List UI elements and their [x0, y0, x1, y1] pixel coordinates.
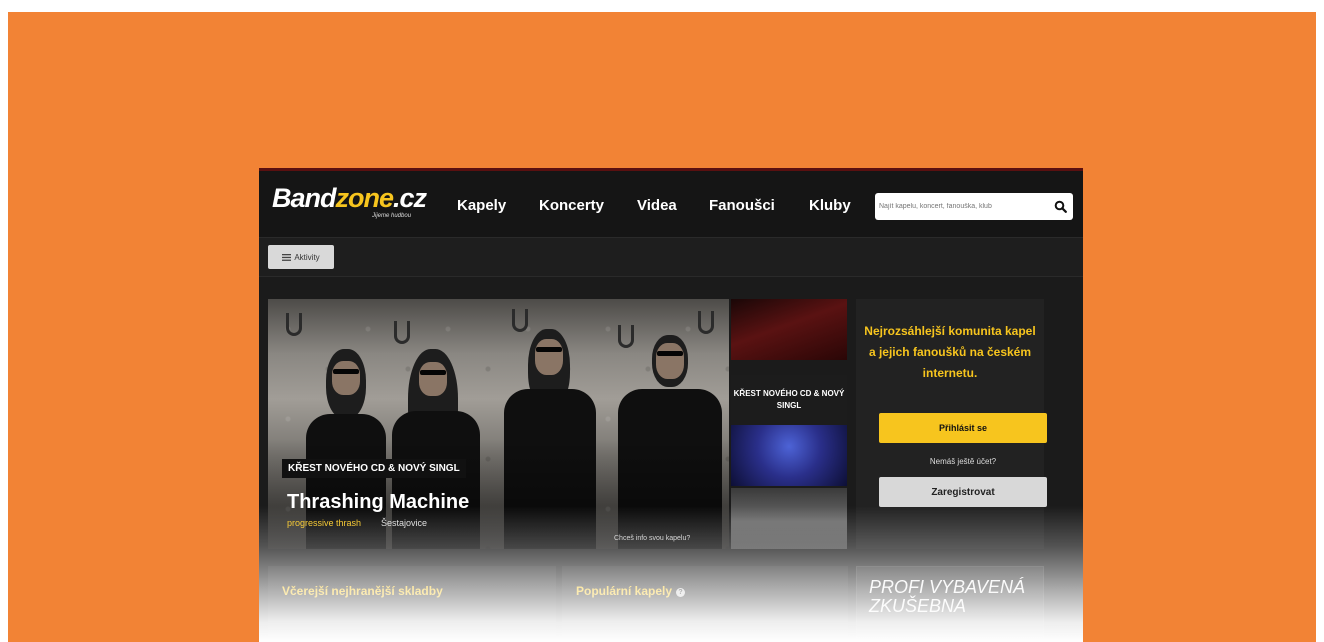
hero-promo-link[interactable]: Chceš info svou kapelu?	[614, 535, 690, 542]
nav-videa[interactable]: Videa	[637, 197, 677, 214]
logo-part-zone: zone	[335, 183, 395, 213]
logo-wordmark: Bandzone.cz	[272, 183, 427, 213]
rehearsal-room-ad[interactable]: PROFI VYBAVENÁ ZKUŠEBNA	[856, 566, 1044, 642]
no-account-text: Nemáš ještě účet?	[929, 457, 997, 466]
hero-banner[interactable]: KŘEST NOVÉHO CD & NOVÝ SINGL Thrashing M…	[268, 299, 729, 549]
wall-hook-decoration	[286, 313, 302, 336]
hero-genre[interactable]: progressive thrash	[287, 518, 361, 528]
hero-thumbnails: KŘEST NOVÉHO CD & NOVÝ SINGL	[731, 299, 847, 549]
community-message: Nejrozsáhlejší komunita kapel a jejich f…	[864, 324, 1036, 380]
nav-fanousci[interactable]: Fanoušci	[709, 197, 775, 214]
hero-band-name[interactable]: Thrashing Machine	[287, 491, 469, 514]
wall-hook-decoration	[394, 321, 410, 344]
login-sidebar: Nejrozsáhlejší komunita kapel a jejich f…	[856, 299, 1047, 549]
search-icon[interactable]	[1054, 200, 1067, 213]
nav-koncerty[interactable]: Koncerty	[539, 197, 604, 214]
activity-bar: Aktivity	[259, 238, 1083, 277]
hero-town: Šestajovice	[381, 518, 428, 528]
thumbnail-active-label[interactable]: KŘEST NOVÉHO CD & NOVÝ SINGL	[731, 375, 847, 425]
search-box	[875, 193, 1073, 220]
logo-tagline: Jijeme hudbou	[372, 213, 412, 219]
popular-bands-title: Populární kapely	[576, 584, 673, 598]
search-input[interactable]	[879, 198, 1049, 214]
menu-icon	[282, 253, 292, 261]
bandzone-website: Bandzone.cz Jijeme hudbou Kapely Koncert…	[259, 168, 1083, 642]
popular-bands-panel: Populární kapely?	[562, 566, 848, 642]
logo-part-tld: .cz	[393, 183, 427, 213]
nav-kluby[interactable]: Kluby	[809, 197, 851, 214]
thumbnail-concert-blue[interactable]	[731, 425, 847, 486]
thumbnail-concert-red[interactable]	[731, 299, 847, 360]
help-icon[interactable]: ?	[676, 588, 686, 597]
register-button[interactable]: Zaregistrovat	[879, 477, 1047, 507]
login-button[interactable]: Přihlásit se	[879, 413, 1047, 443]
popular-bands-title-wrap: Populární kapely?	[576, 584, 686, 598]
logo-part-band: Band	[272, 183, 336, 213]
thumbnail-band-grey[interactable]	[731, 488, 847, 549]
promo-text: PROFI VYBAVENÁ ZKUŠEBNA	[869, 577, 1026, 616]
top-navigation-bar: Bandzone.cz Jijeme hudbou Kapely Koncert…	[259, 168, 1083, 238]
yesterday-tracks-title: Včerejší nejhranější skladby	[282, 584, 443, 598]
yesterday-tracks-panel: Včerejší nejhranější skladby	[268, 566, 556, 642]
activity-button-label: Aktivity	[294, 252, 320, 262]
activity-button[interactable]: Aktivity	[268, 245, 334, 269]
nav-kapely[interactable]: Kapely	[457, 197, 506, 214]
wall-hook-decoration	[698, 311, 714, 334]
hero-event-label: KŘEST NOVÉHO CD & NOVÝ SINGL	[282, 459, 466, 478]
site-logo[interactable]: Bandzone.cz Jijeme hudbou	[272, 183, 427, 220]
